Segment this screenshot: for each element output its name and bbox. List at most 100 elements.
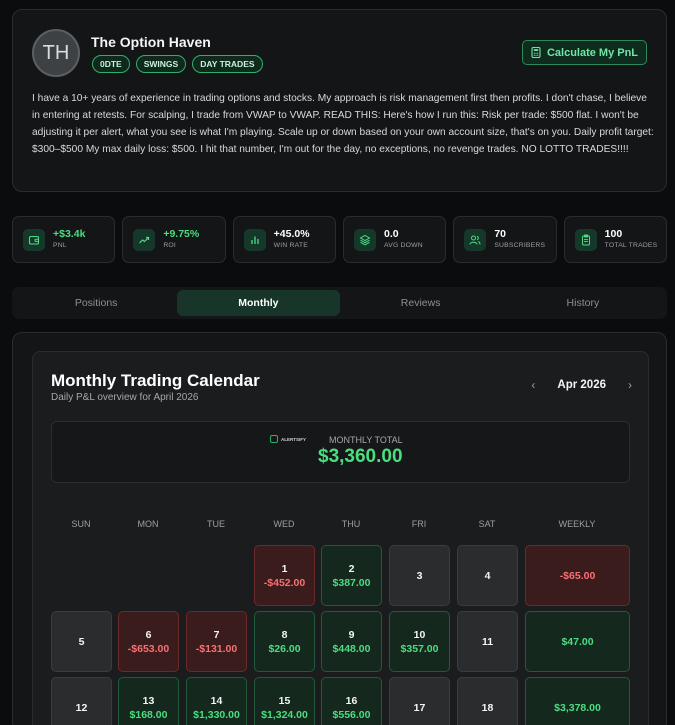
day-number: 5 [78,635,85,648]
weekday-header-fri: FRI [411,519,427,529]
day-number: 4 [484,569,491,582]
layers-icon [353,228,376,251]
day-number: 16 [345,694,358,707]
day-cell-15[interactable]: 15 $1,324.00 [254,677,315,725]
day-number: 8 [281,628,288,641]
users-icon [464,228,487,251]
stat-label: AVG DOWN [383,242,423,249]
weekday-header-wed: WED [273,519,295,529]
day-pnl-value: $357.00 [400,642,439,655]
monthly-total-label: MONTHLY TOTAL [329,435,403,445]
day-cell-9[interactable]: 9 $448.00 [321,611,382,672]
stat-value: +45.0% [273,228,310,240]
day-number: 3 [416,569,423,582]
brand-logo: ALERTSIFY [270,435,306,443]
stat-roi: +9.75% ROI [122,216,226,263]
day-number: 9 [348,628,355,641]
stat-avg-down: 0.0 AVG DOWN [342,216,447,263]
day-number: 14 [210,694,223,707]
calendar-panel: Monthly Trading Calendar Daily P&L overv… [12,332,667,725]
day-pnl-value: $556.00 [332,708,371,721]
day-cell-7[interactable]: 7 -$131.00 [186,611,247,672]
weekday-header-thu: THU [341,519,361,529]
wallet-icon [23,228,45,251]
day-pnl-value: $1,330.00 [193,708,240,721]
logo-mark-icon [270,435,278,443]
monthly-total-value: $3,360.00 [318,446,403,467]
day-cell-18[interactable]: 18 [457,677,518,725]
day-cell-14[interactable]: 14 $1,330.00 [186,677,247,725]
day-number: 2 [348,562,355,575]
day-number: 7 [213,628,220,641]
profile-name: The Option Haven [91,34,211,50]
stat-label: SUBSCRIBERS [494,242,546,249]
tag-badge[interactable]: 0DTE [92,55,130,73]
tag-badge[interactable]: DAY TRADES [192,55,263,73]
stat-pnl: +$3.4k PNL [12,216,116,263]
day-pnl-value: $168.00 [129,708,168,721]
day-number: 6 [145,628,152,641]
calculate-pnl-label: Calculate My PnL [546,46,639,59]
day-number: 17 [413,701,426,714]
chevron-left-icon[interactable]: ‹ [531,378,535,392]
tab-monthly[interactable]: Monthly [177,290,340,316]
stat-value: +9.75% [163,228,200,240]
day-number: 13 [142,694,155,707]
weekday-header-weekly: WEEKLY [558,519,596,529]
stat-total-trades: 100 TOTAL TRADES [563,216,667,263]
calculate-pnl-button[interactable]: Calculate My PnL [522,40,647,65]
day-cell-11[interactable]: 11 [457,611,518,672]
logo-text: ALERTSIFY [281,436,307,442]
trending-up-icon [133,228,156,251]
day-cell-8[interactable]: 8 $26.00 [254,611,315,672]
day-cell-6[interactable]: 6 -$653.00 [118,611,179,672]
day-cell-17[interactable]: 17 [389,677,450,725]
day-cell-16[interactable]: 16 $556.00 [321,677,382,725]
stat-subscribers: 70 SUBSCRIBERS [453,216,557,263]
stat-label: TOTAL TRADES [604,242,658,249]
tab-positions[interactable]: Positions [15,290,177,316]
stat-label: WIN RATE [273,242,308,249]
day-pnl-value: $387.00 [332,576,371,589]
day-pnl-value: $1,324.00 [261,708,308,721]
day-pnl-value: $448.00 [332,642,371,655]
day-pnl-value: $26.00 [268,642,301,655]
profile-card: TH The Option Haven 0DTE SWINGS DAY TRAD… [12,9,667,192]
day-cell-2[interactable]: 2 $387.00 [321,545,382,606]
day-number: 10 [413,628,426,641]
day-cell-12[interactable]: 12 [51,677,112,725]
day-number: 11 [481,635,494,648]
calendar-subtitle: Daily P&L overview for April 2026 [51,392,199,403]
day-cell-13[interactable]: 13 $168.00 [118,677,179,725]
profile-bio: I have a 10+ years of experience in trad… [32,93,654,155]
day-number: 1 [281,562,288,575]
tab-history[interactable]: History [502,290,664,316]
current-month: Apr 2026 [557,379,606,391]
day-pnl-value: -$131.00 [195,642,238,655]
day-pnl-value: -$452.00 [263,576,306,589]
avatar: TH [32,29,80,77]
stat-label: PNL [53,242,67,249]
tag-badge[interactable]: SWINGS [135,55,187,73]
bar-chart-icon [243,228,266,251]
weekday-header-sun: SUN [71,519,91,529]
stat-value: 70 [494,228,506,240]
day-cell-1[interactable]: 1 -$452.00 [254,545,315,606]
chevron-right-icon[interactable]: › [628,378,632,392]
month-navigator: ‹ Apr 2026 › [531,378,632,392]
tab-reviews[interactable]: Reviews [340,290,502,316]
calendar-title: Monthly Trading Calendar [51,371,260,390]
day-cell-5[interactable]: 5 [51,611,112,672]
stat-label: ROI [163,242,177,249]
day-pnl-value: -$653.00 [127,642,170,655]
day-number: 18 [481,701,494,714]
weekday-header-tue: TUE [207,519,225,529]
weekday-header-mon: MON [137,519,159,529]
weekly-total-cell: -$65.00 [525,545,630,606]
tag-list: 0DTE SWINGS DAY TRADES [92,55,263,73]
day-cell-3[interactable]: 3 [389,545,450,606]
day-cell-10[interactable]: 10 $357.00 [389,611,450,672]
day-cell-4[interactable]: 4 [457,545,518,606]
weekly-total-cell: $3,378.00 [525,677,630,725]
stats-row: +$3.4k PNL +9.75% ROI +45.0% WIN RATE 0.0 AV… [12,216,667,263]
